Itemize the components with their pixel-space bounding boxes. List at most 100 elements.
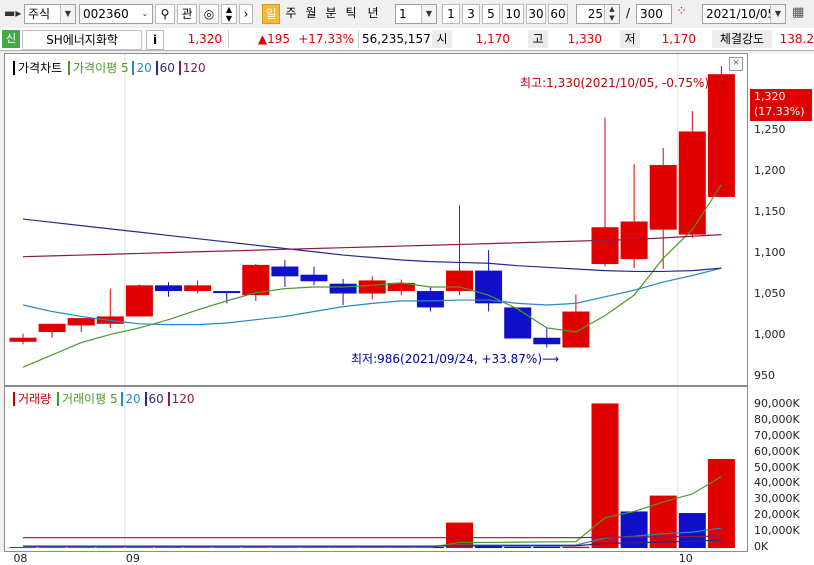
trade-volume: 56,235,157 [362, 32, 431, 46]
refresh-icon: ◎ [203, 7, 215, 21]
panel-close-button[interactable]: × [729, 57, 743, 71]
legend-ma20: 20 [121, 392, 141, 406]
x-tick-label: 08 [13, 552, 28, 565]
legend-ma-label: 가격이평 [68, 61, 118, 75]
interest-button[interactable]: 관 [177, 4, 197, 24]
candle-body [155, 285, 182, 292]
calendar-icon[interactable]: ▦ [792, 5, 804, 20]
x-axis: 08 09 10 [0, 552, 814, 565]
stock-code-input[interactable]: 002360 ⌄ [79, 4, 153, 24]
volume-bar [533, 546, 561, 548]
volume-tick-label: 70,000K [754, 428, 800, 442]
candle-body [38, 323, 66, 332]
menu-arrow-icon[interactable]: ▬▸ [4, 6, 21, 20]
price-y-axis: 950 1,000 1,050 1,100 1,150 1,200 1,250 1,320 … [748, 53, 814, 386]
price-chart-panel[interactable]: 가격차트 가격이평 5 20 60 120 × 최고:1,330(2021/10… [4, 53, 748, 386]
count-value: 25 [587, 7, 603, 21]
volume-tick-label: 10,000K [754, 524, 800, 538]
strength-value: 138.2 [779, 32, 814, 46]
date-picker[interactable]: 2021/10/05 ▼ [702, 4, 786, 24]
chevron-down-icon: ▼ [60, 5, 75, 23]
legend-ma60: 60 [155, 61, 175, 75]
count-separator: / [626, 6, 631, 20]
volume-bar [649, 495, 677, 548]
divider [358, 30, 359, 48]
current-price-tag-pct: (17.33%) [754, 105, 805, 118]
high-annotation: 최고:1,330(2021/10/05, -0.75%)⟶ [520, 76, 727, 90]
credit-badge: 신 [2, 30, 20, 48]
change-percent: +17.33% [298, 32, 354, 46]
period-minute-tab[interactable]: 분 [322, 4, 340, 24]
interval-5-button[interactable]: 5 [482, 4, 500, 24]
up-arrow-icon: ▲ [225, 5, 233, 14]
low-price: 1,170 [661, 32, 696, 46]
period-week-tab[interactable]: 주 [282, 4, 300, 24]
current-price: 1,320 [187, 32, 222, 46]
period-year-tab[interactable]: 년 [362, 4, 384, 24]
candle-body [446, 270, 473, 292]
legend-ma5: 5 [109, 392, 118, 406]
strength-label: 체결강도 [712, 30, 772, 48]
chevron-down-icon: ⌄ [138, 5, 152, 23]
chevron-right-icon: › [243, 7, 249, 21]
candle-body [591, 227, 619, 265]
divider [228, 30, 229, 48]
next-button[interactable]: › [239, 4, 253, 24]
date-value: 2021/10/05 [706, 7, 776, 21]
high-label: 고 [528, 30, 548, 48]
candle-body [213, 291, 241, 294]
interval-60-button[interactable]: 60 [548, 4, 568, 24]
legend-title: 가격차트 [13, 61, 63, 75]
candle-body [649, 165, 677, 230]
period-tick-tab[interactable]: 틱 [342, 4, 360, 24]
down-arrow-icon: ▼ [225, 14, 233, 23]
interval-select[interactable]: 1 ▼ [395, 4, 437, 24]
candle-body [504, 307, 532, 339]
stock-name: SH에너지화학 [22, 30, 142, 50]
stepper-button[interactable]: ▲ ▼ [221, 4, 237, 24]
low-annotation-text: 최저:986(2021/09/24, +33.87%) [351, 352, 542, 366]
period-month-tab[interactable]: 월 [302, 4, 320, 24]
legend-ma120: 120 [178, 61, 206, 75]
open-price: 1,170 [475, 32, 510, 46]
candle-body [562, 311, 590, 348]
period-day-tab[interactable]: 일 [262, 4, 280, 24]
volume-tick-label: 30,000K [754, 492, 800, 506]
low-annotation: 최저:986(2021/09/24, +33.87%)⟶ [351, 352, 560, 366]
high-annotation-text: 최고:1,330(2021/10/05, -0.75%) [520, 76, 710, 90]
legend-ma20: 20 [132, 61, 152, 75]
interval-3-button[interactable]: 3 [462, 4, 480, 24]
candle-body [242, 264, 270, 296]
settings-icon[interactable]: ⁘ [676, 4, 687, 19]
candle-body [358, 280, 386, 294]
candle-body [475, 270, 503, 304]
low-label: 저 [620, 30, 640, 48]
info-button[interactable]: i [146, 30, 164, 50]
chevron-down-icon: ▼ [770, 5, 785, 23]
volume-chart-panel[interactable]: 거래량 거래이평 5 20 60 120 [4, 386, 748, 552]
max-count-input[interactable]: 300 [636, 4, 672, 24]
price-tick-label: 1,250 [754, 123, 786, 137]
search-button[interactable]: ⚲ [155, 4, 175, 24]
price-tick-label: 1,050 [754, 287, 786, 301]
market-select[interactable]: 주식 ▼ [24, 4, 76, 24]
spin-icon[interactable]: ▲ ▼ [604, 5, 619, 23]
refresh-button[interactable]: ◎ [199, 4, 219, 24]
ma-line-5 [22, 184, 722, 368]
price-tick-label: 1,150 [754, 205, 786, 219]
volume-bar [504, 546, 532, 548]
max-count-value: 300 [640, 7, 663, 21]
price-change: ▲195 [257, 32, 290, 46]
interval-1-button[interactable]: 1 [442, 4, 460, 24]
candle-body [416, 291, 444, 308]
interval-10-button[interactable]: 10 [502, 4, 524, 24]
volume-y-axis: 0K 10,000K 20,000K 30,000K 40,000K 50,000K 60,… [748, 386, 814, 553]
current-price-tag: 1,320 (17.33%) [750, 89, 812, 121]
legend-ma120: 120 [167, 392, 195, 406]
candle-body [329, 283, 357, 294]
interval-30-button[interactable]: 30 [526, 4, 546, 24]
count-input[interactable]: 25 ▲ ▼ [576, 4, 620, 24]
quote-bar: 신 SH에너지화학 i 1,320 ▲195 +17.33% 56,235,15… [0, 28, 814, 51]
candle-body [9, 337, 37, 342]
candle-body [125, 285, 153, 317]
